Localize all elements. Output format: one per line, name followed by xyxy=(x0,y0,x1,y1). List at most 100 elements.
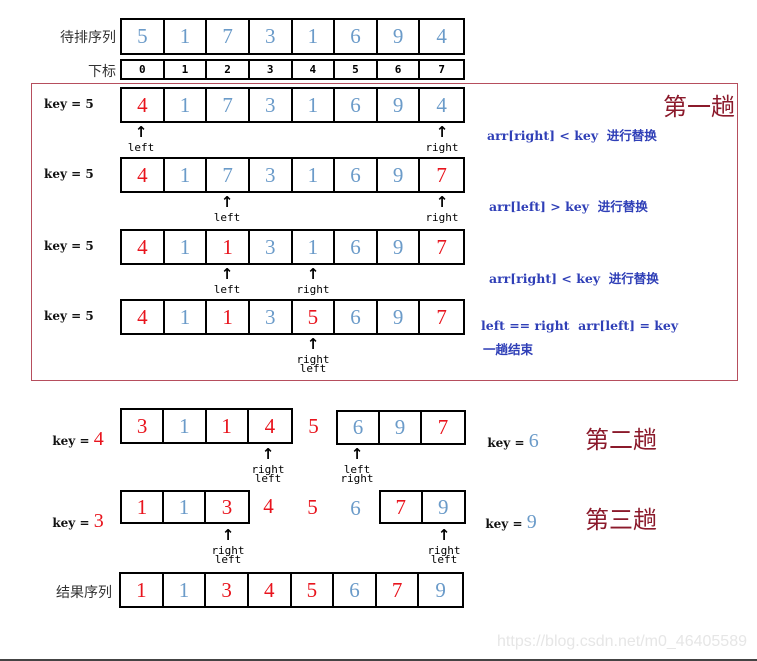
array-cell: 3 xyxy=(250,231,293,263)
array-cell: 9 xyxy=(380,412,423,443)
pass1-left-arrow-icon: ↑ xyxy=(220,265,234,283)
array-cell: 1 xyxy=(293,20,336,53)
key-value: 6 xyxy=(528,430,539,452)
array-cell: 1 xyxy=(165,20,208,53)
array-cell: 1 xyxy=(207,301,250,333)
pass1-key-label: key = 5 xyxy=(44,97,94,111)
index-cell: 3 xyxy=(250,61,293,78)
array-cell: 7 xyxy=(381,492,423,522)
array-cell: 3 xyxy=(250,89,293,121)
pass1-right-pointer: right xyxy=(425,211,459,224)
pass3-right-arrow-icon: ↑ xyxy=(437,526,451,544)
pass1-right-arrow-icon: ↑ xyxy=(306,265,320,283)
array-cell: 5 xyxy=(293,301,336,333)
array-cell: 7 xyxy=(207,20,250,53)
key-prefix: key = xyxy=(487,436,529,450)
array-cell: 4 xyxy=(436,92,447,117)
array-cell: 3 xyxy=(221,494,233,519)
pass2-left-key: key = 4 xyxy=(44,414,104,451)
pass1-left-pointer: left xyxy=(299,362,327,375)
initial-label: 待排序列 xyxy=(60,31,116,46)
pass3-right-key: key = 9 xyxy=(477,497,537,534)
array-cell: 7 xyxy=(377,574,420,606)
pass1-step-array: 41135697 xyxy=(120,299,465,335)
key-value: 9 xyxy=(526,511,537,533)
array-cell: 9 xyxy=(378,231,421,263)
pass3-left-pointer-bottom: left xyxy=(214,553,242,566)
pass1-left-pointer: left xyxy=(213,211,241,224)
index-cell: 2 xyxy=(207,61,250,78)
array-cell: 1 xyxy=(122,492,165,522)
array-cell: 9 xyxy=(378,89,421,121)
array-cell: 6 xyxy=(335,20,378,53)
array-cell: 4 xyxy=(264,413,276,438)
pass2-pivot: 5 xyxy=(308,414,319,438)
array-cell: 4 xyxy=(122,89,165,121)
array-cell: 3 xyxy=(206,574,249,606)
array-cell: 9 xyxy=(378,159,421,191)
pass2-right-subarray: 697 xyxy=(336,410,466,445)
array-cell: 6 xyxy=(338,412,381,443)
pass1-step-note: arr[left] > key 进行替换 xyxy=(489,199,648,214)
result-label: 结果序列 xyxy=(56,586,112,601)
pass2-right-key: key = 6 xyxy=(479,416,539,453)
pass3-left-arrow-icon: ↑ xyxy=(221,526,235,544)
pass1-left-arrow-icon: ↑ xyxy=(220,193,234,211)
pass2-title: 第二趟 xyxy=(585,428,657,454)
array-cell: 6 xyxy=(335,159,378,191)
array-cell: 7 xyxy=(436,162,447,187)
pass2-left-subarray: 3114 xyxy=(120,408,293,444)
pass1-end-note: 一趟结束 xyxy=(483,342,534,357)
pass3-right-pointer-bottom: left xyxy=(430,553,458,566)
array-cell: 9 xyxy=(378,301,421,333)
array-cell: 1 xyxy=(164,574,207,606)
index-cell: 6 xyxy=(378,61,421,78)
pass1-key-label: key = 5 xyxy=(44,309,94,323)
array-cell: 1 xyxy=(207,231,250,263)
key-prefix: key = xyxy=(52,516,94,530)
pass1-right-pointer: right xyxy=(296,283,330,296)
array-cell: 7 xyxy=(207,159,250,191)
array-cell: 1 xyxy=(207,410,249,442)
index-label: 下标 xyxy=(88,65,116,80)
array-cell: 4 xyxy=(122,231,165,263)
array-cell: 1 xyxy=(164,492,207,522)
array-cell: 1 xyxy=(164,410,207,442)
array-cell: 4 xyxy=(436,24,447,48)
pass1-left-arrow-icon: ↑ xyxy=(134,123,148,141)
array-cell: 7 xyxy=(436,234,447,259)
pass3-loose-value: 4 xyxy=(263,494,274,518)
initial-array: 5 1 7 3 1 6 9 4 xyxy=(120,18,465,55)
array-cell: 3 xyxy=(250,301,293,333)
array-cell: 7 xyxy=(436,304,447,329)
pass1-key-label: key = 5 xyxy=(44,167,94,181)
pass2-left-pointer-bottom: left xyxy=(254,472,282,485)
array-cell: 1 xyxy=(293,89,336,121)
array-cell: 6 xyxy=(335,231,378,263)
array-cell: 7 xyxy=(437,415,449,439)
watermark: https://blog.csdn.net/m0_46405589 xyxy=(497,633,747,650)
array-cell: 1 xyxy=(165,231,208,263)
array-cell: 4 xyxy=(122,159,165,191)
pass1-left-pointer: left xyxy=(127,141,155,154)
result-array: 11345679 xyxy=(119,572,464,608)
pass1-step-array: 41731694 xyxy=(120,87,465,123)
array-cell: 1 xyxy=(165,159,208,191)
index-row: 0 1 2 3 4 5 6 7 xyxy=(120,59,465,80)
array-cell: 4 xyxy=(122,301,165,333)
key-prefix: key = xyxy=(52,434,94,448)
array-cell: 6 xyxy=(335,89,378,121)
key-value: 4 xyxy=(93,428,104,450)
pass3-right-subarray: 79 xyxy=(379,490,466,524)
array-cell: 1 xyxy=(293,231,336,263)
index-cell: 4 xyxy=(293,61,336,78)
pass3-left-subarray: 113 xyxy=(120,490,250,524)
array-cell: 1 xyxy=(293,159,336,191)
index-cell: 0 xyxy=(122,61,165,78)
array-cell: 6 xyxy=(334,574,377,606)
array-cell: 9 xyxy=(435,577,446,602)
pass1-key-label: key = 5 xyxy=(44,239,94,253)
pass1-step-array: 41131697 xyxy=(120,229,465,265)
pass1-step-note: arr[right] < key 进行替换 xyxy=(489,271,659,286)
index-cell: 5 xyxy=(335,61,378,78)
